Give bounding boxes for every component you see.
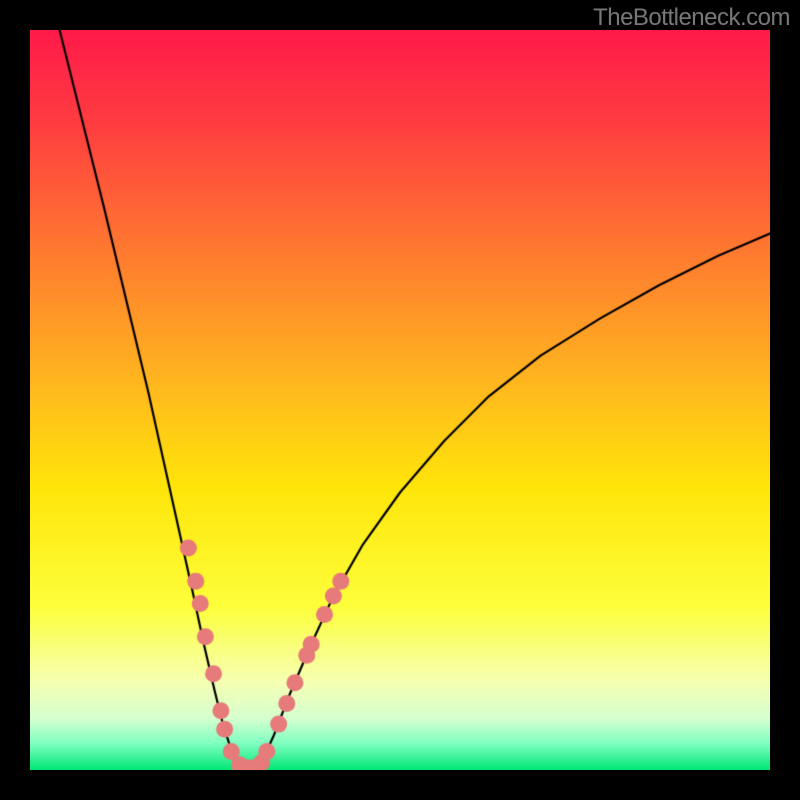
chart-canvas bbox=[30, 30, 770, 770]
watermark-text: TheBottleneck.com bbox=[593, 4, 790, 32]
chart-container: TheBottleneck.com bbox=[0, 0, 800, 800]
plot-area bbox=[30, 30, 770, 770]
